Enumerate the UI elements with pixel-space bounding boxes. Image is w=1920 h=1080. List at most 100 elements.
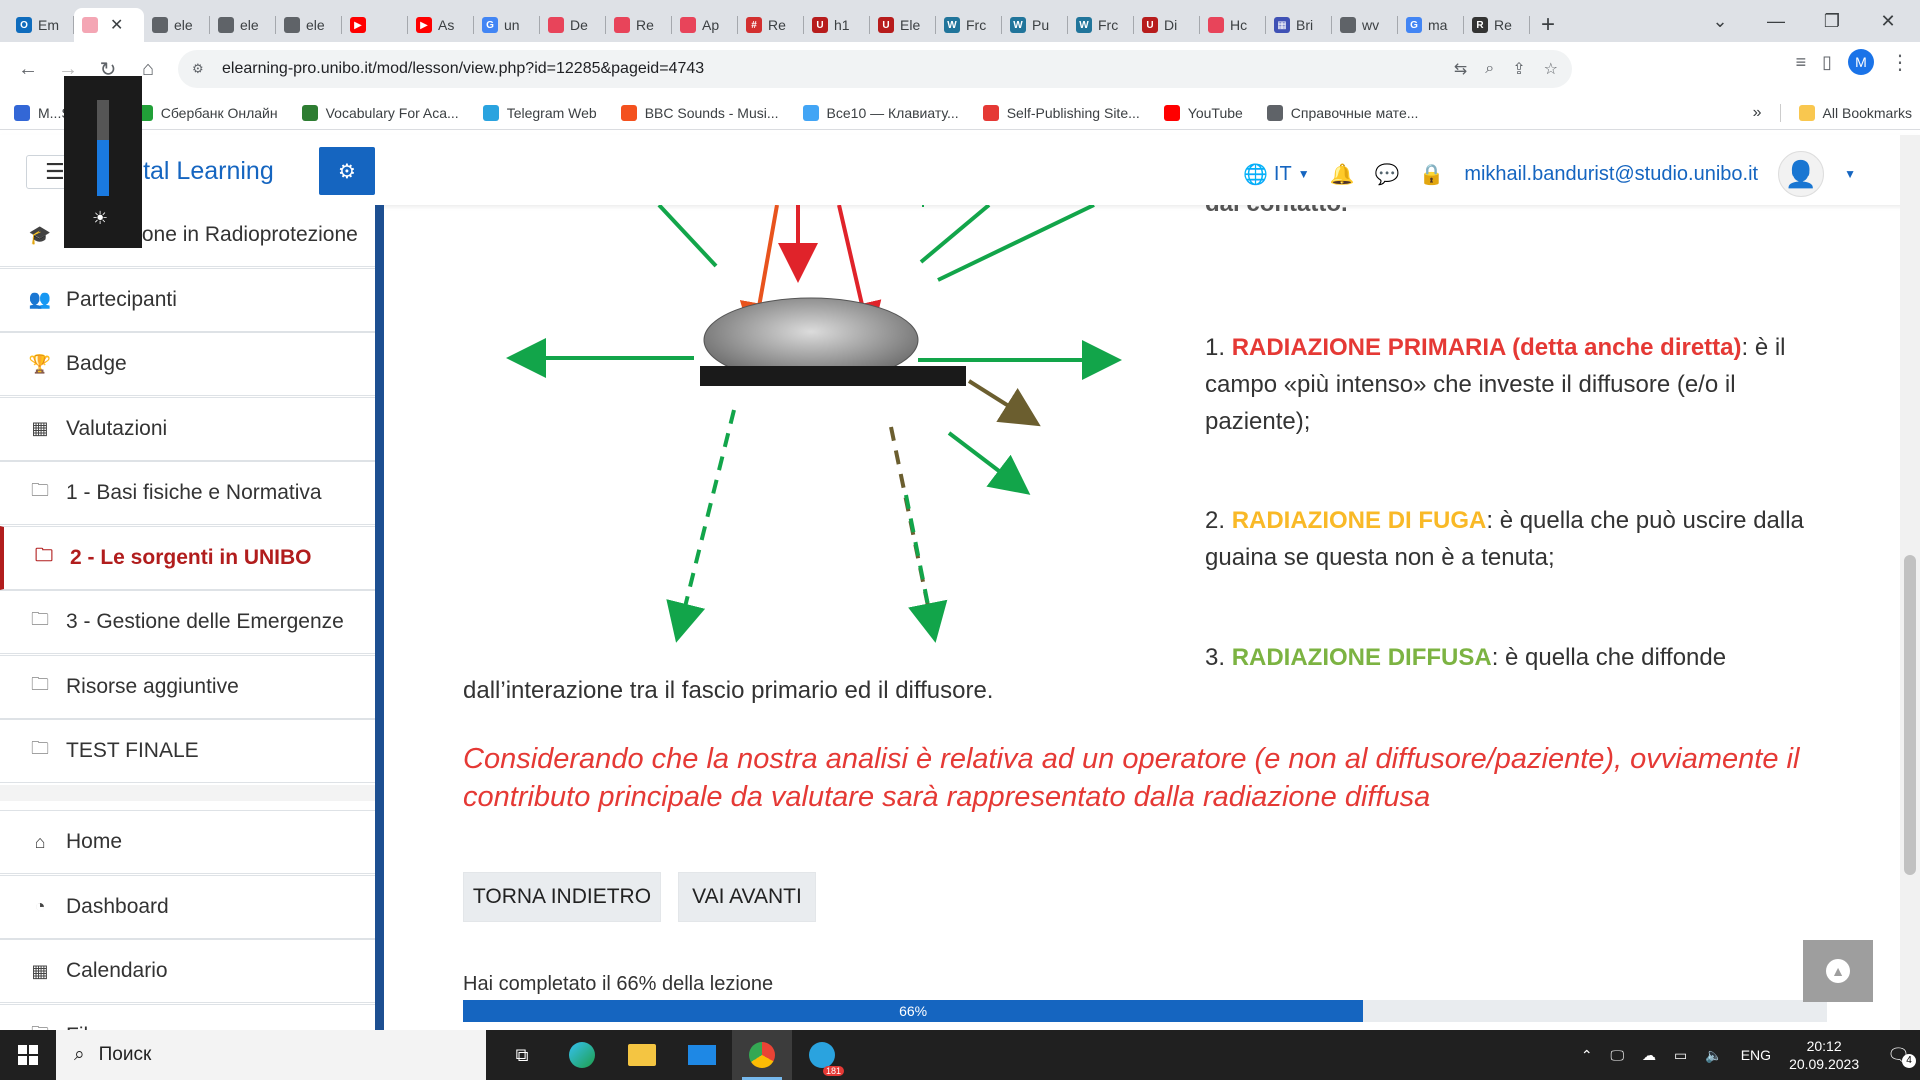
sidebar-item[interactable]: ◔ Dashboard [0, 874, 375, 939]
browser-tab[interactable]: Gma [1398, 8, 1464, 42]
bookmark-item[interactable]: Все10 — Клавиату... [802, 104, 959, 121]
sidebar-item[interactable]: 🗀 2 - Le sorgenti in UNIBO [0, 525, 375, 590]
address-bar[interactable]: ⚙ elearning-pro.unibo.it/mod/lesson/view… [178, 50, 1572, 88]
all-bookmarks-button[interactable]: All Bookmarks [1798, 105, 1912, 121]
browser-tab[interactable]: De [540, 8, 606, 42]
volume-icon[interactable]: 🔈 [1705, 1047, 1722, 1064]
file-explorer-icon[interactable] [612, 1030, 672, 1080]
browser-tab[interactable]: Re [606, 8, 672, 42]
user-menu-caret-icon[interactable]: ▼ [1844, 167, 1856, 181]
sidebar-item[interactable]: 🏆 Badge [0, 332, 375, 396]
user-avatar[interactable]: 👤 [1778, 151, 1825, 197]
start-button[interactable] [0, 1030, 56, 1080]
onedrive-icon[interactable]: ☁ [1642, 1047, 1656, 1064]
site-info-icon[interactable]: ⚙ [192, 61, 214, 77]
sidebar-item[interactable]: 🗀File... [0, 1003, 375, 1030]
browser-tab[interactable]: wv [1332, 8, 1398, 42]
bookmark-item[interactable]: Справочные мате... [1266, 104, 1418, 121]
browser-tab[interactable]: W Frc [936, 8, 1002, 42]
browser-tab[interactable]: ✕ [74, 8, 144, 42]
tab-search-icon[interactable]: ⌄ [1692, 0, 1748, 42]
page-scrollbar[interactable] [1900, 135, 1920, 1030]
scrollbar-thumb[interactable] [1904, 555, 1916, 875]
language-menu[interactable]: 🌐 IT ▼ [1243, 162, 1310, 187]
bookmark-item[interactable]: Telegram Web [482, 104, 597, 121]
sidebar-item[interactable]: 🗀 1 - Basi fisiche e Normativa [0, 461, 375, 525]
task-view-icon[interactable]: ⧉ [492, 1030, 552, 1080]
browser-tab[interactable]: R Re [1464, 8, 1530, 42]
mail-icon[interactable] [672, 1030, 732, 1080]
messages-icon[interactable]: 💬 [1375, 162, 1400, 187]
browser-tab[interactable]: O Em [8, 8, 74, 42]
menu-icon[interactable]: ⋮ [1890, 50, 1910, 75]
browser-tab[interactable]: ▶ As [408, 8, 474, 42]
battery-icon[interactable]: ▭ [1674, 1047, 1687, 1064]
back-button[interactable]: ← [8, 49, 48, 89]
sidebar-item[interactable]: 👥 Partecipanti [0, 267, 375, 332]
browser-tab[interactable]: ▦ Bri [1266, 8, 1332, 42]
browser-tab[interactable]: Uh1 [804, 8, 870, 42]
tab-close-icon[interactable]: ✕ [110, 15, 123, 35]
browser-tab[interactable]: ele [144, 8, 210, 42]
chrome-icon[interactable] [732, 1030, 792, 1080]
profile-avatar[interactable]: M [1848, 49, 1874, 75]
reading-list-icon[interactable]: ≡ [1796, 52, 1807, 73]
network-icon[interactable]: 🖵 [1611, 1047, 1625, 1064]
clock[interactable]: 20:12 20.09.2023 [1789, 1037, 1859, 1073]
bookmark-item[interactable]: Vocabulary For Aca... [301, 104, 459, 121]
search-placeholder: Поиск [98, 1044, 152, 1065]
user-email[interactable]: mikhail.bandurist@studio.unibo.it [1464, 163, 1758, 186]
sidebar-item[interactable]: ▦ Calendario [0, 939, 375, 1003]
sidebar-item[interactable]: 🎓 Formazione in Radioprotezione [0, 205, 375, 267]
edge-icon[interactable] [552, 1030, 612, 1080]
back-to-top-button[interactable]: ▲ [1803, 940, 1873, 1002]
browser-tab[interactable]: U Di [1134, 8, 1200, 42]
next-lesson-button[interactable]: VAI AVANTI [678, 872, 816, 922]
bookmark-item[interactable]: Сбербанк Онлайн [136, 104, 278, 121]
side-panel-icon[interactable]: ▯ [1822, 52, 1832, 73]
browser-tab[interactable]: ele [210, 8, 276, 42]
maximize-button[interactable]: ❐ [1804, 0, 1860, 42]
site-navbar: ☰ Digital Learning ⚙ 🌐 IT ▼ 🔔 💬 🔒 mikhai… [0, 135, 1920, 205]
telegram-badge: 181 [822, 1066, 844, 1076]
browser-tab[interactable]: # Re [738, 8, 804, 42]
sidebar-item-label: 2 - Le sorgenti in UNIBO [70, 545, 312, 569]
input-language[interactable]: ENG [1741, 1047, 1771, 1063]
sidebar-item[interactable]: 🗀 Risorse aggiuntive [0, 654, 375, 719]
browser-tab[interactable]: U Ele [870, 8, 936, 42]
tab-title: Re [1494, 17, 1512, 33]
bell-icon[interactable]: 🔔 [1330, 162, 1355, 187]
browser-tab[interactable]: ele [276, 8, 342, 42]
close-window-button[interactable]: ✕ [1860, 0, 1916, 42]
browser-tab[interactable]: Ap [672, 8, 738, 42]
browser-tab[interactable]: Hc [1200, 8, 1266, 42]
bookmark-star-icon[interactable]: ☆ [1544, 59, 1558, 79]
bookmark-item[interactable]: Self-Publishing Site... [982, 104, 1140, 121]
browser-tab[interactable]: W Pu [1002, 8, 1068, 42]
share-icon[interactable]: ⇪ [1512, 59, 1525, 79]
notification-icon[interactable]: 🗨 4 [1887, 1045, 1916, 1068]
back-lesson-button[interactable]: TORNA INDIETRO [463, 872, 661, 922]
settings-button[interactable]: ⚙ [319, 147, 375, 195]
minimize-button[interactable]: — [1748, 0, 1804, 42]
item-number: 2. [1205, 507, 1232, 534]
brightness-level [97, 140, 109, 196]
sidebar-item[interactable]: ▦ Valutazioni [0, 396, 375, 461]
telegram-icon[interactable]: 181 [792, 1030, 852, 1080]
taskbar-search[interactable]: ⌕ Поиск [56, 1030, 486, 1080]
sidebar-item[interactable]: 🗀 TEST FINALE [0, 719, 375, 783]
chevron-up-icon[interactable]: ⌃ [1581, 1047, 1593, 1064]
tab-favicon-icon: U [878, 17, 894, 33]
zoom-icon[interactable]: ⌕ [1485, 60, 1494, 78]
item-scatter: 3. RADIAZIONE DIFFUSA: è quella che diff… [1205, 639, 1825, 676]
new-tab-button[interactable]: + [1530, 8, 1566, 42]
sidebar-item[interactable]: 🗀 3 - Gestione delle Emergenze [0, 590, 375, 654]
bookmark-item[interactable]: YouTube [1163, 104, 1243, 121]
browser-tab[interactable]: W Frc [1068, 8, 1134, 42]
translate-icon[interactable]: ⇆ [1454, 59, 1467, 79]
browser-tab[interactable]: Gun [474, 8, 540, 42]
sidebar-item[interactable]: ⌂ Home [0, 810, 375, 874]
bookmarks-more-button[interactable]: » [1753, 104, 1762, 122]
bookmark-item[interactable]: BBC Sounds - Musi... [620, 104, 779, 121]
browser-tab[interactable]: ▶ [342, 8, 408, 42]
